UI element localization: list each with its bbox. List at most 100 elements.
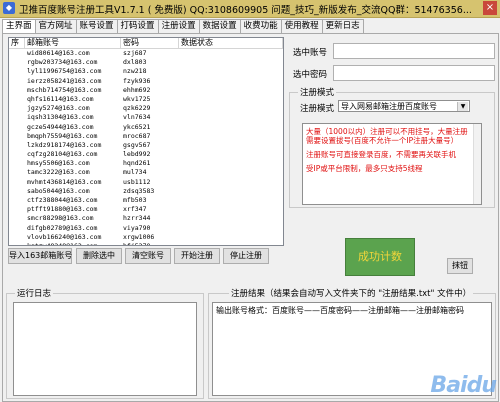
row-email: rgbw203734@163.com	[27, 58, 98, 67]
delete-selected-button[interactable]: 删除选中	[76, 248, 122, 264]
table-row[interactable]: wid80614@163.com szj687	[9, 49, 283, 58]
table-row[interactable]: sabo5044@163.com zdsq3583	[9, 187, 283, 196]
tab-data-settings[interactable]: 数据设置	[198, 19, 241, 33]
table-row[interactable]: smcr88298@163.com hzrr344	[9, 214, 283, 223]
row-password: wkv1725	[123, 94, 151, 103]
table-row[interactable]: difgb02789@163.com viya790	[9, 224, 283, 233]
row-index	[9, 95, 25, 104]
row-email: vlovb166240@163.com	[27, 232, 102, 241]
column-header-email[interactable]: 邮箱账号	[25, 38, 121, 48]
row-email: cqfzg28104@163.com	[27, 150, 98, 159]
tab-main[interactable]: 主界面	[2, 19, 36, 34]
row-password: nzw218	[123, 67, 147, 76]
start-register-button[interactable]: 开始注册	[174, 248, 220, 264]
row-status	[179, 224, 283, 233]
row-status	[179, 123, 283, 132]
table-row[interactable]: ptfft91880@163.com xrf347	[9, 205, 283, 214]
row-email: lzkdz918174@163.com	[27, 140, 102, 149]
row-index	[9, 168, 25, 177]
row-email: ierzz058241@163.com	[27, 76, 102, 85]
row-email: ctfz388044@163.com	[27, 196, 98, 204]
screenshot-button[interactable]: 抹钮	[447, 258, 473, 274]
row-index	[9, 242, 25, 245]
row-status	[179, 214, 283, 223]
tab-account-settings[interactable]: 账号设置	[75, 19, 118, 33]
table-row[interactable]: ctfz388044@163.com mfb503	[9, 196, 283, 205]
table-row[interactable]: kgtzw48248@163.com hfj5370	[9, 241, 283, 246]
close-button[interactable]: ×	[483, 1, 497, 15]
import-button[interactable]: 导入163邮箱账号	[8, 248, 72, 264]
table-row[interactable]: lzkdz918174@163.com gsgv567	[9, 141, 283, 150]
row-status	[179, 196, 283, 205]
row-password: mfb503	[123, 196, 147, 204]
row-status	[179, 168, 283, 177]
table-row[interactable]: mschb714754@163.com ehhm692	[9, 86, 283, 95]
table-row[interactable]: tamc3222@163.com mul734	[9, 168, 283, 177]
clear-accounts-button[interactable]: 清空账号	[125, 248, 171, 264]
note-2: 注册账号可直接登录百度，不需要再关联手机	[306, 150, 456, 159]
table-row[interactable]: lyl11996754@163.com nzw218	[9, 67, 283, 76]
row-email: kgtzw48248@163.com	[27, 241, 98, 246]
notes-scrollbar[interactable]	[473, 124, 481, 204]
table-row[interactable]: gcze54944@163.com ykc6521	[9, 123, 283, 132]
row-index	[9, 178, 25, 187]
selected-account-field[interactable]	[333, 43, 495, 59]
table-row[interactable]: vlovb166240@163.com xrgw1006	[9, 233, 283, 242]
run-log-box[interactable]	[13, 302, 197, 396]
row-index	[9, 187, 25, 196]
run-log-group: 运行日志	[6, 287, 204, 399]
row-status	[179, 205, 283, 214]
row-password: xrf347	[123, 205, 147, 214]
table-row[interactable]: hmsy5506@163.com hqnd261	[9, 159, 283, 168]
row-email: ptfft91880@163.com	[27, 205, 98, 214]
column-header-password[interactable]: 密码	[121, 38, 179, 48]
account-rows: wid80614@163.com szj687 rgbw203734@163.com…	[9, 49, 283, 246]
register-mode-group-title: 注册模式	[298, 86, 337, 98]
tab-strip: 主界面 官方网址 账号设置 打码设置 注册设置 数据设置 收费功能 使用教程 更…	[2, 19, 364, 34]
row-email: lyl11996754@163.com	[27, 67, 102, 76]
row-email: tamc3222@163.com	[27, 168, 90, 177]
selected-account-label: 选中账号	[293, 48, 328, 58]
row-status	[179, 95, 283, 104]
row-password: szj687	[123, 49, 147, 57]
tab-register-settings[interactable]: 注册设置	[157, 19, 200, 33]
results-title: 注册结果（结果会自动写入文件夹下的 "注册结果.txt" 文件中）	[229, 287, 474, 299]
table-row[interactable]: bmqph75594@163.com mroc687	[9, 132, 283, 141]
table-row[interactable]: iqsh31304@163.com vln7634	[9, 113, 283, 122]
tab-paid-features[interactable]: 收费功能	[239, 19, 282, 33]
row-password: fzyk936	[123, 76, 151, 85]
row-email: gcze54944@163.com	[27, 122, 94, 131]
tab-tutorial[interactable]: 使用教程	[280, 19, 323, 33]
row-email: hmsy5506@163.com	[27, 159, 90, 168]
table-row[interactable]: mvhmt436814@163.com usb1112	[9, 178, 283, 187]
tab-changelog[interactable]: 更新日志	[321, 19, 364, 33]
tab-captcha-settings[interactable]: 打码设置	[116, 19, 159, 33]
row-status	[179, 159, 283, 168]
row-password: mroc687	[123, 131, 151, 140]
stop-register-button[interactable]: 停止注册	[223, 248, 269, 264]
row-index	[9, 150, 25, 159]
table-row[interactable]: ierzz058241@163.com fzyk936	[9, 77, 283, 86]
row-email: wid80614@163.com	[27, 49, 90, 57]
tab-website[interactable]: 官方网址	[34, 19, 77, 33]
chevron-down-icon[interactable]: ▼	[457, 102, 468, 111]
success-count-button[interactable]: 成功计数	[345, 238, 415, 276]
row-email: qhfs16114@163.com	[27, 94, 94, 103]
table-row[interactable]: cqfzg28104@163.com lebd992	[9, 150, 283, 159]
column-header-status[interactable]: 数据状态	[179, 38, 283, 48]
table-row[interactable]: jgzy5274@163.com qzk6229	[9, 104, 283, 113]
title-bar: ◆ 卫推百度账号注册工具V1.7.1 ( 免费版) QQ:3108609905 …	[0, 0, 500, 18]
row-status	[179, 67, 283, 76]
table-row[interactable]: qhfs16114@163.com wkv1725	[9, 95, 283, 104]
row-email: smcr88298@163.com	[27, 214, 94, 223]
register-mode-select[interactable]: 导入网易邮箱注册百度账号 ▼	[338, 100, 470, 112]
row-password: zdsq3583	[123, 186, 155, 195]
row-index	[9, 205, 25, 214]
row-status	[179, 77, 283, 86]
table-row[interactable]: rgbw203734@163.com dxl803	[9, 58, 283, 67]
selected-password-field[interactable]	[333, 65, 495, 81]
account-list[interactable]: 序 邮箱账号 密码 数据状态 wid80614@163.com szj687 rgb…	[8, 37, 284, 246]
row-password: viya790	[123, 223, 151, 232]
column-header-index[interactable]: 序	[9, 38, 25, 48]
row-password: xrgw1006	[123, 232, 155, 241]
